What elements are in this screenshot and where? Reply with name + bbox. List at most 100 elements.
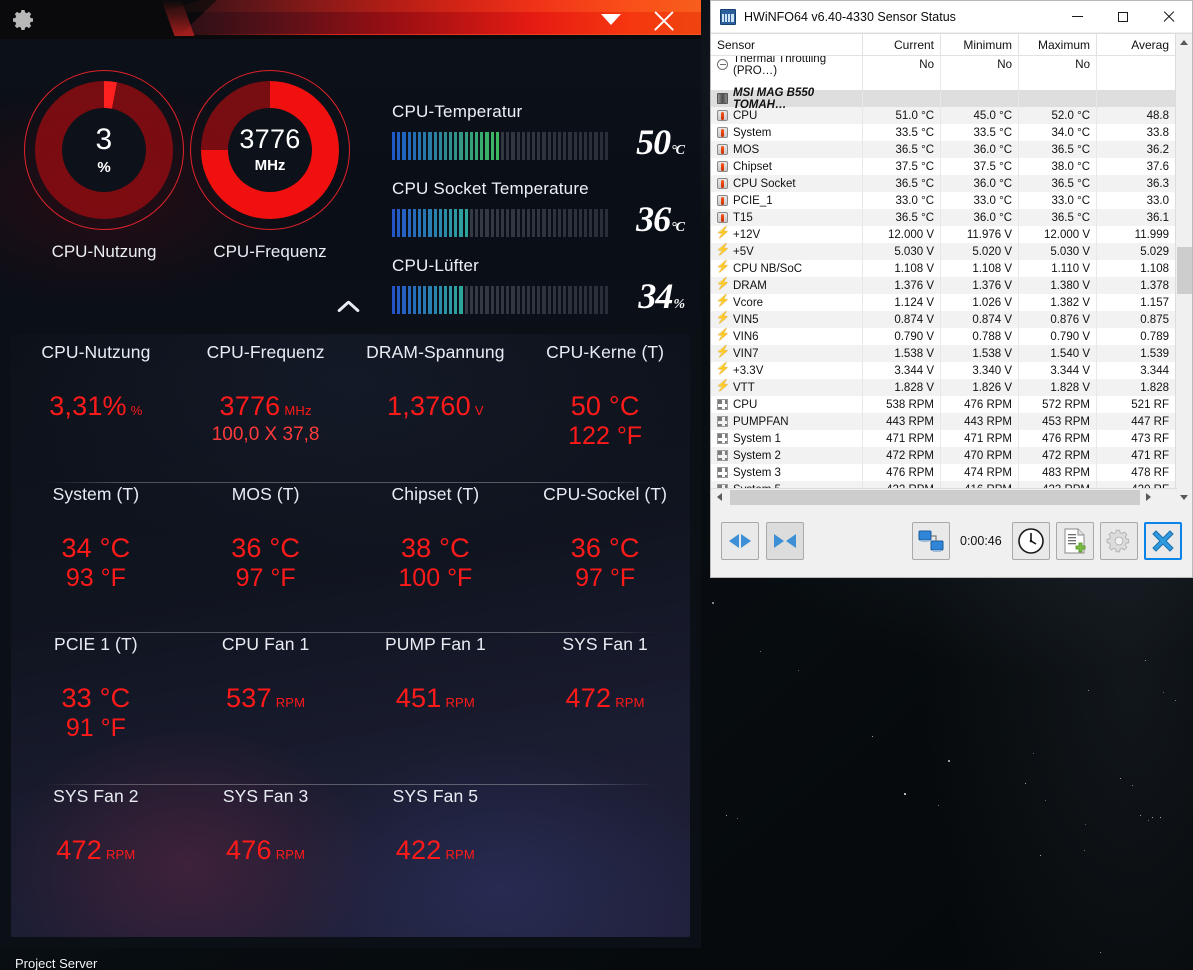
hwinfo-maximize-button[interactable]	[1100, 1, 1146, 33]
scroll-up-button[interactable]	[1176, 34, 1192, 51]
card-cpu-kerne-t: CPU-Kerne (T) 50 °C 122 °F	[520, 342, 690, 451]
table-row[interactable]: T15 36.5 °C 36.0 °C 36.5 °C 36.1	[711, 209, 1192, 226]
meter-segment	[522, 286, 525, 314]
remote-monitor-button[interactable]	[912, 522, 950, 560]
table-row[interactable]: VTT 1.828 V1.826 V1.828 V 1.828	[711, 379, 1192, 396]
horizontal-scrollbar[interactable]	[711, 488, 1177, 505]
chip-icon	[717, 93, 728, 104]
table-row[interactable]: +5V 5.030 V5.020 V5.030 V 5.029	[711, 243, 1192, 260]
cell-current: 1.376 V	[863, 277, 941, 294]
column-header-current[interactable]: Current	[863, 34, 941, 55]
caret-down-icon	[1180, 495, 1188, 500]
sensor-name: VIN7	[733, 348, 759, 360]
cell-average: 471 RF	[1097, 447, 1175, 464]
table-row[interactable]: PCIE_1 33.0 °C 33.0 °C 33.0 °C 33.0	[711, 192, 1192, 209]
collapse-panel-button[interactable]	[336, 297, 364, 315]
table-row[interactable]: VIN6 0.790 V0.788 V0.790 V 0.789	[711, 328, 1192, 345]
meter-segment	[434, 132, 437, 160]
table-row[interactable]: System 2 472 RPM 470 RPM 472 RPM 471 RF	[711, 447, 1192, 464]
card-dram-spannung: DRAM-Spannung 1,3760 V	[351, 342, 521, 451]
hwinfo-close-button[interactable]	[1146, 1, 1192, 33]
column-header-sensor[interactable]: Sensor	[711, 34, 863, 55]
table-row[interactable]: MSI MAG B550 TOMAH…	[711, 90, 1192, 107]
start-logging-button[interactable]	[1056, 522, 1094, 560]
volt-icon	[717, 280, 728, 291]
vertical-scroll-thumb[interactable]	[1177, 247, 1192, 294]
card-value: 1,3760 V	[351, 391, 521, 421]
collapse-columns-button[interactable]	[766, 522, 804, 560]
temp-icon	[717, 127, 728, 138]
meter-segment	[475, 209, 478, 237]
meter-segment	[428, 286, 431, 314]
cell-minimum: No	[941, 56, 1019, 73]
star	[1148, 820, 1149, 821]
meter-unit: %	[673, 297, 684, 312]
meter-segment	[594, 286, 597, 314]
table-row[interactable]: CPU 51.0 °C 45.0 °C 52.0 °C 48.8	[711, 107, 1192, 124]
meter-segment	[485, 132, 488, 160]
meter-segment	[605, 286, 608, 314]
meter-segment	[470, 209, 473, 237]
table-row[interactable]: PUMPFAN 443 RPM 443 RPM 453 RPM 447 RF	[711, 413, 1192, 430]
sensor-name: +5V	[733, 246, 754, 258]
table-row[interactable]: Thermal Throttling (PRO…) No No No	[711, 56, 1192, 73]
polling-interval-button[interactable]	[1012, 522, 1050, 560]
card-unit: MHz	[284, 403, 311, 418]
cell-sensor: CPU	[711, 107, 863, 124]
star	[1175, 700, 1176, 701]
gear-icon[interactable]	[12, 8, 36, 32]
card-detail: 100,0 X 37,8	[181, 421, 351, 450]
cell-sensor: +3.3V	[711, 362, 863, 379]
table-row[interactable]: +12V 12.000 V11.976 V12.000 V 11.999	[711, 226, 1192, 243]
table-row[interactable]: CPU 538 RPM 476 RPM 572 RPM 521 RF	[711, 396, 1192, 413]
close-sensors-button[interactable]	[1144, 522, 1182, 560]
table-row[interactable]: System 3 476 RPM 474 RPM 483 RPM 478 RF	[711, 464, 1192, 481]
card-value: 33 °C	[11, 683, 181, 713]
scroll-right-button[interactable]	[1140, 489, 1157, 505]
card-value: 476 RPM	[181, 835, 351, 865]
table-row[interactable]: System 1 471 RPM 471 RPM 476 RPM 473 RF	[711, 430, 1192, 447]
meter-segment	[480, 209, 483, 237]
sensor-name: +12V	[733, 229, 760, 241]
meter-segment	[428, 209, 431, 237]
cell-sensor: PCIE_1	[711, 192, 863, 209]
card-title: Chipset (T)	[351, 484, 521, 505]
sensor-name: DRAM	[733, 280, 767, 292]
scroll-down-button[interactable]	[1176, 489, 1192, 506]
table-row[interactable]: +3.3V 3.344 V3.340 V3.344 V 3.344	[711, 362, 1192, 379]
meter-segment	[496, 209, 499, 237]
table-row[interactable]: MOS 36.5 °C 36.0 °C 36.5 °C 36.2	[711, 141, 1192, 158]
meter-segment	[553, 132, 556, 160]
table-row[interactable]: CPU Socket 36.5 °C 36.0 °C 36.5 °C 36.3	[711, 175, 1192, 192]
card-title: PCIE 1 (T)	[11, 634, 181, 655]
table-row[interactable]: Vcore 1.124 V1.026 V1.382 V 1.157	[711, 294, 1192, 311]
cell-sensor: VTT	[711, 379, 863, 396]
table-row[interactable]: Chipset 37.5 °C 37.5 °C 38.0 °C 37.6	[711, 158, 1192, 175]
star	[737, 818, 738, 819]
table-row[interactable]: VIN71.538 V1.538 V1.540 V1.539	[711, 345, 1192, 362]
sensor-name: CPU	[733, 399, 757, 411]
maximize-icon	[1118, 12, 1128, 22]
hwinfo-minimize-button[interactable]	[1054, 1, 1100, 33]
spacer	[717, 76, 728, 87]
table-row[interactable]: DRAM1.376 V1.376 V1.380 V1.378	[711, 277, 1192, 294]
scroll-left-button[interactable]	[711, 489, 728, 505]
meter-segment	[537, 286, 540, 314]
vertical-scrollbar[interactable]	[1175, 34, 1192, 506]
meter-segment	[402, 209, 405, 237]
meter-segment	[589, 132, 592, 160]
table-row[interactable]: CPU NB/SoC1.108 V1.108 V1.110 V1.108	[711, 260, 1192, 277]
cell-average: 36.1	[1097, 209, 1175, 226]
column-header-maximum[interactable]: Maximum	[1019, 34, 1097, 55]
meter-segment	[449, 209, 452, 237]
msi-close-button[interactable]	[649, 6, 679, 36]
column-header-averag[interactable]: Averag	[1097, 34, 1175, 55]
cell-maximum: No	[1019, 56, 1097, 73]
msi-minimize-button[interactable]	[601, 14, 621, 25]
sensor-settings-button[interactable]	[1100, 522, 1138, 560]
table-row[interactable]: VIN50.874 V0.874 V0.876 V0.875	[711, 311, 1192, 328]
horizontal-scroll-thumb[interactable]	[730, 490, 1140, 505]
table-row[interactable]: System 33.5 °C 33.5 °C 34.0 °C 33.8	[711, 124, 1192, 141]
expand-columns-button[interactable]	[721, 522, 759, 560]
column-header-minimum[interactable]: Minimum	[941, 34, 1019, 55]
